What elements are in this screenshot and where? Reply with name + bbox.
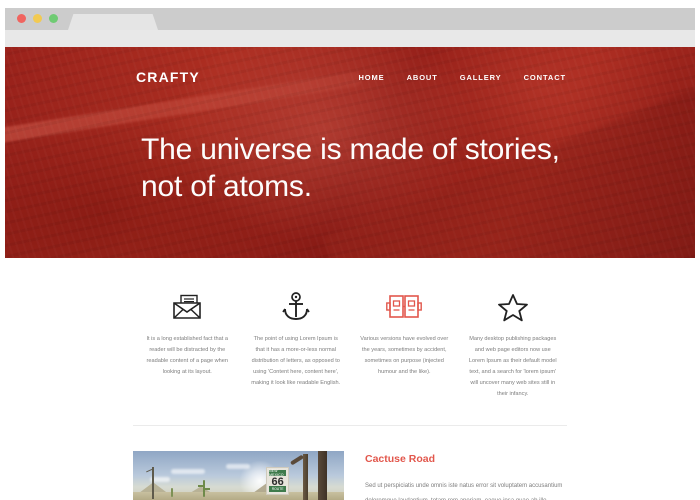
- site-navigation: CRAFTY HOME ABOUT GALLERY CONTACT: [5, 64, 695, 90]
- post-section: NEW MEXICO 66 ROUTE Cactuse Road Sed ut …: [5, 426, 695, 500]
- feature-text: The point of using Lorem Ipsum is that i…: [251, 336, 341, 386]
- post-title[interactable]: Cactuse Road: [365, 453, 567, 465]
- feature-item: The point of using Lorem Ipsum is that i…: [242, 290, 351, 399]
- feature-item: Many desktop publishing packages and web…: [459, 290, 568, 399]
- feature-item: It is a long established fact that a rea…: [133, 290, 242, 399]
- hero-title: The universe is made of stories, not of …: [141, 133, 560, 203]
- nav-links: HOME ABOUT GALLERY CONTACT: [358, 73, 566, 82]
- cactus: [170, 487, 173, 497]
- features-section: It is a long established fact that a rea…: [5, 258, 695, 399]
- nav-item-gallery[interactable]: GALLERY: [460, 73, 502, 82]
- cloud: [170, 468, 205, 474]
- star-icon: [467, 290, 560, 324]
- window-controls: [17, 14, 58, 23]
- feature-text: Many desktop publishing packages and web…: [468, 336, 557, 397]
- route-66-sign: NEW MEXICO 66 ROUTE: [266, 466, 290, 495]
- nav-item-contact[interactable]: CONTACT: [524, 73, 566, 82]
- tree-trunk: [303, 453, 309, 500]
- browser-tab[interactable]: [68, 14, 158, 30]
- feature-item: Various versions have evolved over the y…: [350, 290, 459, 399]
- windows-icon: [358, 290, 451, 324]
- cactus: [197, 479, 210, 497]
- nav-item-home[interactable]: HOME: [358, 73, 384, 82]
- envelope-icon: [141, 290, 234, 324]
- post-thumbnail[interactable]: NEW MEXICO 66 ROUTE: [133, 451, 344, 500]
- cloud: [225, 464, 250, 470]
- close-button[interactable]: [17, 14, 26, 23]
- feature-text: It is a long established fact that a rea…: [146, 336, 228, 375]
- dead-tree: [151, 467, 154, 499]
- browser-window: CRAFTY HOME ABOUT GALLERY CONTACT The un…: [5, 8, 695, 500]
- tree-trunk: [318, 451, 328, 500]
- route-sign-bottom-label: ROUTE: [269, 485, 287, 492]
- tree-branch: [289, 454, 304, 466]
- route-sign-top-label: NEW MEXICO: [269, 469, 287, 477]
- zoom-button[interactable]: [49, 14, 58, 23]
- site-logo[interactable]: CRAFTY: [136, 69, 200, 85]
- nav-item-about[interactable]: ABOUT: [407, 73, 438, 82]
- post-body: Cactuse Road Sed ut perspiciatis unde om…: [365, 451, 567, 500]
- hero-banner: CRAFTY HOME ABOUT GALLERY CONTACT The un…: [5, 47, 695, 258]
- browser-titlebar: [5, 8, 695, 30]
- browser-toolbar: [5, 30, 695, 47]
- anchor-icon: [250, 290, 343, 324]
- feature-text: Various versions have evolved over the y…: [360, 336, 449, 375]
- post-excerpt: Sed ut perspiciatis unde omnis iste natu…: [365, 483, 563, 500]
- minimize-button[interactable]: [33, 14, 42, 23]
- desert-ground: [133, 492, 344, 500]
